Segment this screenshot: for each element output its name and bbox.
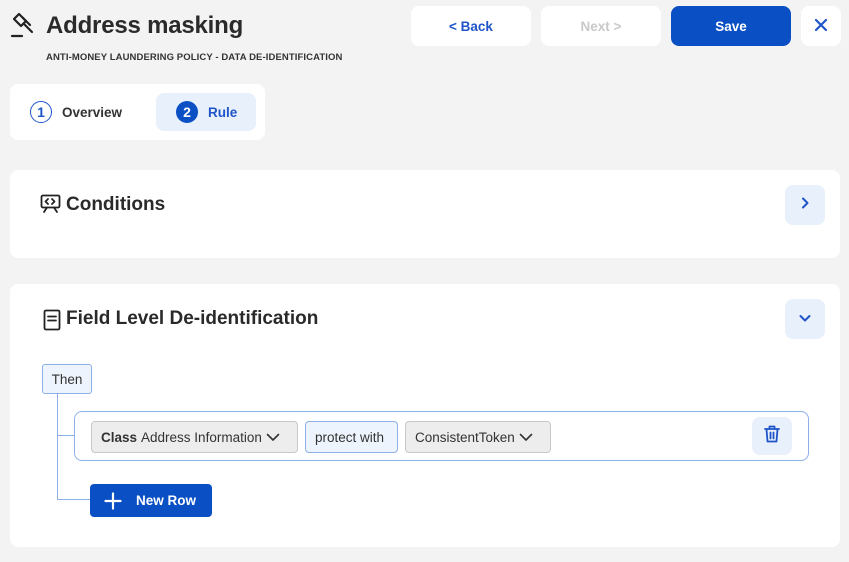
back-button[interactable]: < Back bbox=[411, 6, 531, 46]
tree-connector bbox=[57, 394, 58, 500]
gavel-icon bbox=[10, 12, 36, 38]
conditions-expand-button[interactable] bbox=[785, 185, 825, 225]
rule-row: Class Address Information protect with C… bbox=[74, 411, 809, 461]
close-button[interactable] bbox=[801, 6, 841, 46]
method-value: ConsistentToken bbox=[415, 429, 515, 445]
save-button[interactable]: Save bbox=[671, 6, 791, 46]
field-level-collapse-button[interactable] bbox=[785, 299, 825, 339]
chevron-down-icon bbox=[519, 433, 533, 442]
trash-icon bbox=[764, 425, 780, 448]
operator-text: protect with bbox=[315, 429, 385, 445]
document-icon bbox=[43, 309, 61, 336]
conditions-card: Conditions bbox=[10, 170, 840, 258]
step-label: Rule bbox=[208, 104, 238, 120]
tree-connector bbox=[57, 435, 75, 436]
chevron-right-icon bbox=[800, 196, 810, 214]
conditions-title: Conditions bbox=[66, 194, 166, 215]
new-row-label: New Row bbox=[136, 493, 197, 508]
delete-row-button[interactable] bbox=[752, 417, 792, 455]
page-title: Address masking bbox=[46, 12, 244, 39]
field-level-title: Field Level De-identification bbox=[66, 308, 319, 329]
page-subtitle: ANTI-MONEY LAUNDERING POLICY - DATA DE-I… bbox=[46, 52, 343, 63]
tree-connector bbox=[57, 499, 91, 500]
close-icon bbox=[814, 18, 828, 35]
then-label: Then bbox=[42, 364, 92, 394]
step-number: 2 bbox=[176, 101, 198, 123]
chevron-down-icon bbox=[266, 433, 280, 442]
plus-icon bbox=[104, 491, 122, 510]
conditions-icon bbox=[40, 194, 62, 219]
operator-label: protect with bbox=[305, 421, 398, 453]
class-value: Address Information bbox=[141, 429, 262, 445]
class-select[interactable]: Class Address Information bbox=[91, 421, 298, 453]
chevron-down-icon bbox=[799, 310, 811, 328]
new-row-button[interactable]: New Row bbox=[90, 484, 212, 517]
method-select[interactable]: ConsistentToken bbox=[405, 421, 551, 453]
step-overview[interactable]: 1 Overview bbox=[30, 93, 140, 131]
step-rule[interactable]: 2 Rule bbox=[156, 93, 256, 131]
step-navigator: 1 Overview 2 Rule bbox=[10, 84, 265, 140]
step-label: Overview bbox=[62, 104, 123, 120]
step-number: 1 bbox=[30, 101, 52, 123]
class-key: Class bbox=[101, 429, 138, 445]
next-button[interactable]: Next > bbox=[541, 6, 661, 46]
